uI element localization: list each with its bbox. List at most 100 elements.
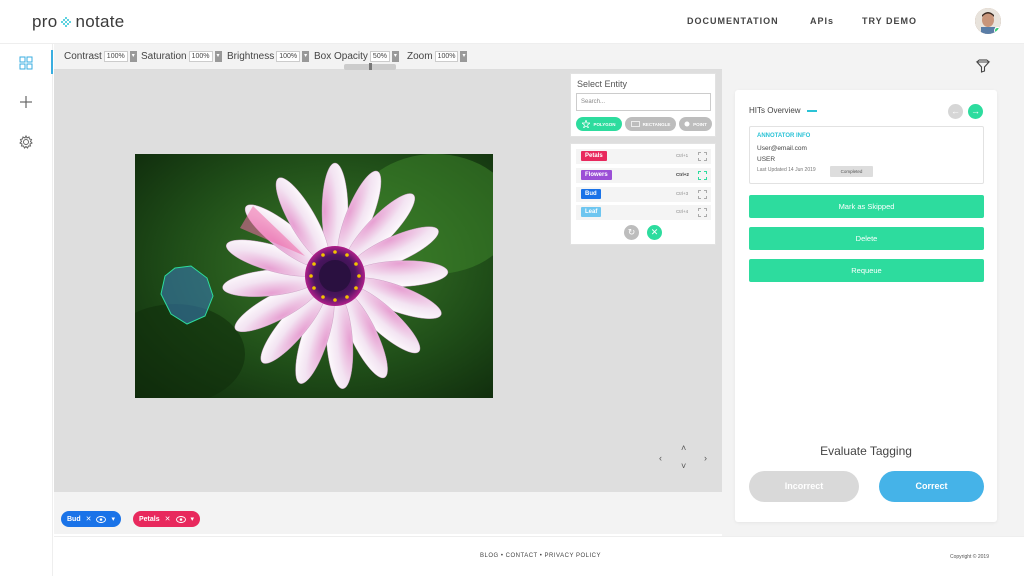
- box-opacity-label: Box Opacity: [314, 51, 368, 62]
- rectangle-icon: [630, 121, 640, 127]
- title-accent-bar: [806, 109, 817, 112]
- label-checkbox[interactable]: [698, 171, 707, 180]
- pan-right-icon[interactable]: ›: [704, 453, 707, 463]
- online-status-dot: [994, 27, 1001, 34]
- select-entity-title: Select Entity: [577, 79, 628, 89]
- entity-search-input[interactable]: Search...: [576, 93, 711, 111]
- point-label: POINT: [693, 121, 707, 127]
- brightness-label: Brightness: [227, 51, 275, 62]
- contrast-value[interactable]: 100%: [103, 51, 128, 62]
- flower-photo: [135, 154, 493, 398]
- incorrect-button[interactable]: Incorrect: [749, 471, 859, 502]
- chevron-down-icon[interactable]: ▾: [111, 515, 115, 523]
- zoom-value[interactable]: 100%: [434, 51, 459, 62]
- star-icon: [582, 120, 591, 128]
- sidebar-active-indicator: [51, 50, 53, 74]
- grid-icon[interactable]: [18, 55, 34, 71]
- remove-tag-icon[interactable]: ✕: [165, 515, 171, 523]
- tag-petals[interactable]: Petals ✕ ▾: [133, 511, 201, 527]
- brightness-control[interactable]: Brightness 100% ▾: [227, 51, 310, 62]
- label-checkbox[interactable]: [698, 190, 707, 199]
- label-shortcut: Ctrl+2: [676, 172, 689, 177]
- contrast-control[interactable]: Contrast 100% ▾: [64, 51, 137, 62]
- label-checkbox[interactable]: [698, 208, 707, 217]
- logo[interactable]: pro notate: [32, 12, 125, 32]
- box-opacity-control[interactable]: Box Opacity 50% ▾: [314, 51, 399, 62]
- footer-contact-link[interactable]: CONTACT: [506, 553, 538, 559]
- box-opacity-value[interactable]: 50%: [369, 51, 390, 62]
- brightness-value[interactable]: 100%: [276, 51, 301, 62]
- label-row-bud[interactable]: Bud Ctrl+3: [576, 187, 711, 202]
- contrast-label: Contrast: [64, 51, 102, 62]
- pan-up-icon[interactable]: ˄: [681, 443, 686, 453]
- next-hit-arrow-icon[interactable]: →: [968, 104, 983, 119]
- close-icon[interactable]: ✕: [647, 225, 662, 240]
- polygon-tool-button[interactable]: POLYGON: [576, 117, 622, 131]
- zoom-label: Zoom: [407, 51, 433, 62]
- box-opacity-dropdown-icon[interactable]: ▾: [391, 51, 399, 62]
- rectangle-tool-button[interactable]: RECTANGLE: [625, 117, 676, 131]
- contrast-dropdown-icon[interactable]: ▾: [129, 51, 137, 62]
- zoom-dropdown-icon[interactable]: ▾: [460, 51, 468, 62]
- rectangle-label: RECTANGLE: [642, 121, 671, 127]
- label-chip-bud: Bud: [581, 189, 601, 199]
- point-icon: [684, 121, 690, 127]
- tag-petals-label: Petals: [139, 515, 160, 523]
- correct-button[interactable]: Correct: [879, 471, 984, 502]
- label-list-panel: Petals Ctrl+1 Flowers Ctrl+2 Bud Ctrl+3 …: [570, 143, 716, 245]
- saturation-control[interactable]: Saturation 100% ▾: [141, 51, 222, 62]
- tag-bud-label: Bud: [67, 515, 81, 523]
- requeue-button[interactable]: Requeue: [749, 259, 984, 282]
- point-tool-button[interactable]: POINT: [679, 117, 712, 131]
- saturation-value[interactable]: 100%: [188, 51, 213, 62]
- settings-gear-icon[interactable]: [18, 134, 34, 150]
- remove-tag-icon[interactable]: ✕: [86, 515, 92, 523]
- label-shortcut: Ctrl+4: [676, 209, 689, 214]
- top-navbar: pro notate DOCUMENTATION APIs TRY DEMO: [0, 0, 1024, 44]
- annotation-image[interactable]: [135, 154, 493, 398]
- label-row-petals[interactable]: Petals Ctrl+1: [576, 149, 711, 164]
- reset-icon[interactable]: ↻: [624, 225, 639, 240]
- pan-down-icon[interactable]: ˅: [681, 461, 686, 471]
- label-chip-petals: Petals: [581, 151, 607, 161]
- evaluate-tagging-title: Evaluate Tagging: [820, 444, 912, 458]
- status-badge: Completed: [830, 166, 873, 177]
- eye-icon[interactable]: [96, 515, 107, 523]
- footer-blog-link[interactable]: BLOG: [480, 553, 499, 559]
- label-chip-leaf: Leaf: [581, 207, 602, 217]
- copyright-text: Copyright © 2019: [950, 554, 989, 560]
- chevron-down-icon[interactable]: ▾: [191, 515, 195, 523]
- polygon-label: POLYGON: [593, 121, 616, 127]
- brightness-dropdown-icon[interactable]: ▾: [302, 51, 310, 62]
- previous-hit-arrow-icon[interactable]: ←: [948, 104, 963, 119]
- footer-privacy-link[interactable]: PRIVACY POLICY: [545, 553, 601, 559]
- logo-dots-icon: [61, 17, 72, 27]
- label-shortcut: Ctrl+3: [676, 191, 689, 196]
- label-row-leaf[interactable]: Leaf Ctrl+4: [576, 205, 711, 220]
- footer-links: BLOG • CONTACT • PRIVACY POLICY: [480, 553, 601, 559]
- saturation-dropdown-icon[interactable]: ▾: [214, 51, 222, 62]
- tag-bud[interactable]: Bud ✕ ▾: [61, 511, 121, 527]
- annotator-role: USER: [757, 156, 776, 163]
- select-entity-panel: Select Entity Search... POLYGON RECTANGL…: [570, 73, 716, 137]
- pan-left-icon[interactable]: ‹: [659, 453, 662, 463]
- plus-icon[interactable]: [18, 94, 34, 110]
- user-avatar[interactable]: [975, 8, 1001, 34]
- nav-try-demo[interactable]: TRY DEMO: [862, 16, 917, 26]
- nav-documentation[interactable]: DOCUMENTATION: [687, 16, 779, 26]
- zoom-control[interactable]: Zoom 100% ▾: [407, 51, 468, 62]
- label-checkbox[interactable]: [698, 152, 707, 161]
- label-row-flowers[interactable]: Flowers Ctrl+2: [576, 168, 711, 183]
- last-updated-text: Last Updated 14 Jun 2019: [757, 167, 816, 173]
- filter-icon[interactable]: [975, 58, 991, 74]
- hits-overview-label: HITs Overview: [749, 106, 801, 115]
- logo-text-right: notate: [75, 12, 125, 31]
- annotator-email: User@email.com: [757, 145, 807, 152]
- label-shortcut: Ctrl+1: [676, 153, 689, 158]
- eye-icon[interactable]: [175, 515, 186, 523]
- annotator-info-header: ANNOTATOR INFO: [757, 133, 811, 139]
- nav-apis[interactable]: APIs: [810, 16, 834, 26]
- delete-button[interactable]: Delete: [749, 227, 984, 250]
- mark-as-skipped-button[interactable]: Mark as Skipped: [749, 195, 984, 218]
- hits-overview-title: HITs Overview: [749, 106, 817, 115]
